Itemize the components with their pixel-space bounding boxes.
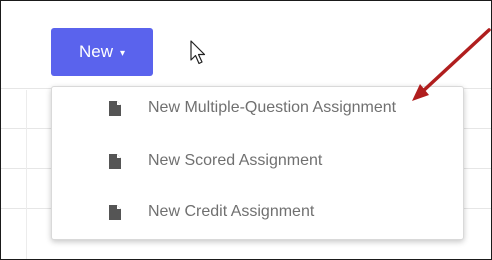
annotation-arrow (412, 28, 491, 101)
